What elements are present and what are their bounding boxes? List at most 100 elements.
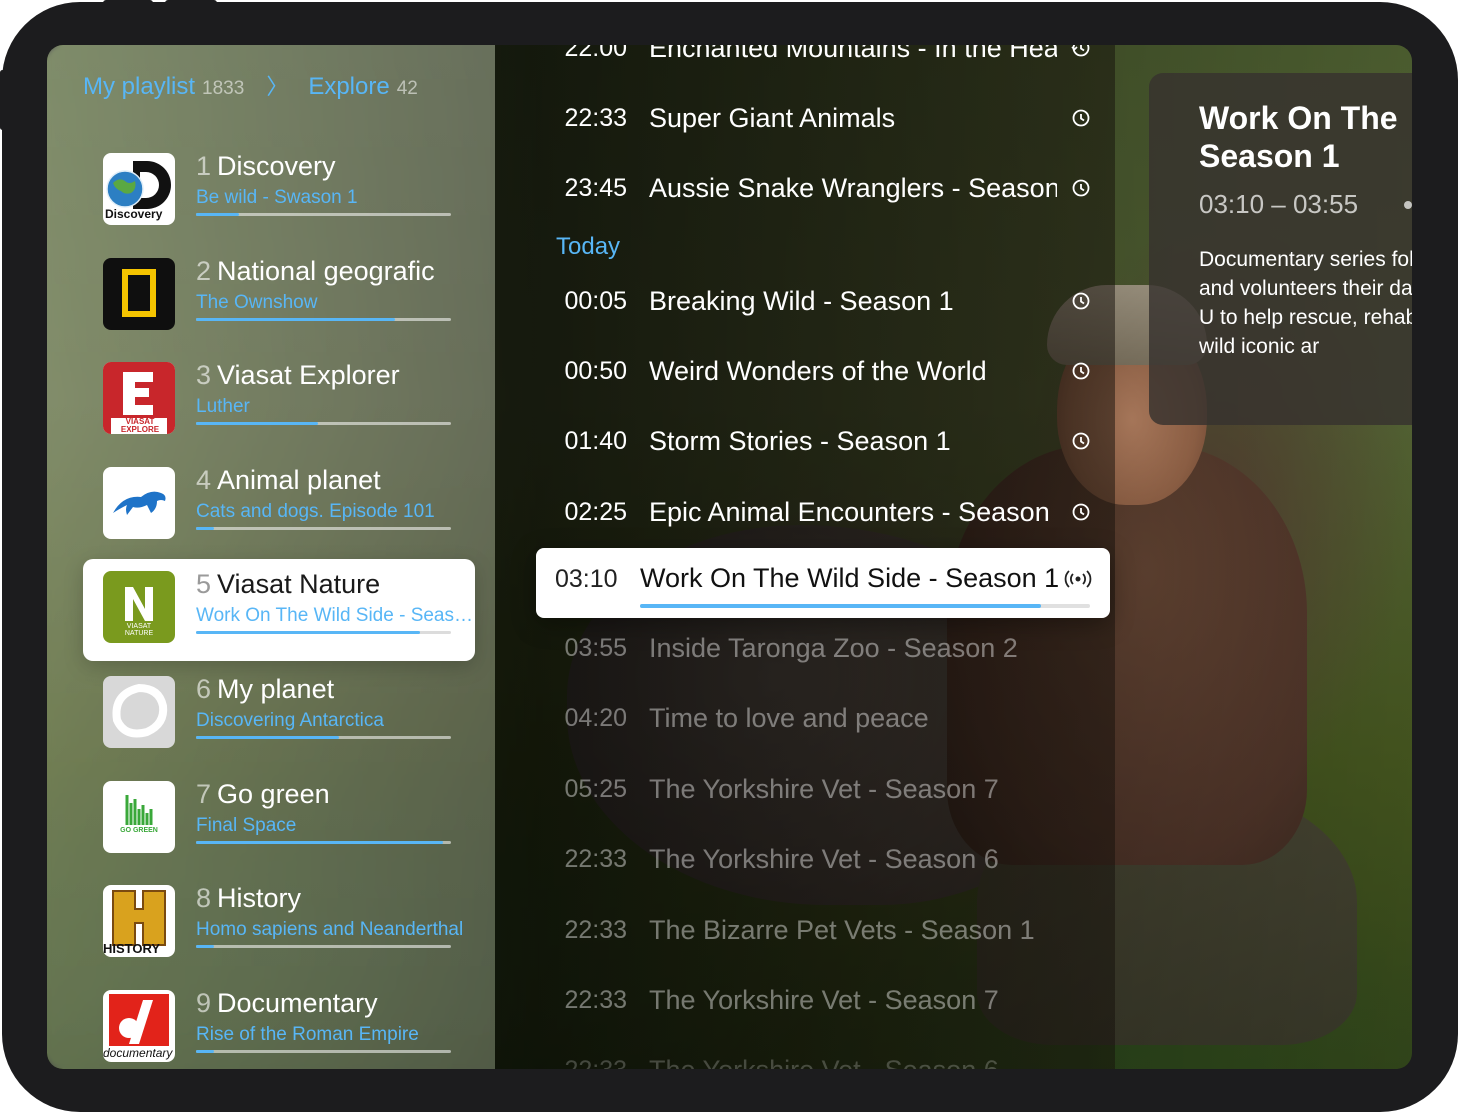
- natgeo-logo: [103, 258, 175, 330]
- channel-name: 1 Discovery: [196, 151, 336, 182]
- program-title: The Yorkshire Vet - Season 6: [649, 1055, 1057, 1070]
- channel-name: 5 Viasat Nature: [196, 569, 380, 600]
- program-row[interactable]: 23:45 Aussie Snake Wranglers - Season: [535, 163, 1095, 213]
- discovery-logo-text: Discovery: [105, 207, 163, 221]
- viasat-nature-logo-text: VIASAT NATURE: [124, 623, 154, 637]
- channel-title: Viasat Nature: [217, 569, 381, 599]
- channel-number: 6: [196, 674, 212, 704]
- program-time: 22:00: [564, 45, 627, 62]
- go-green-logo: GO GREEN: [103, 781, 175, 853]
- program-row[interactable]: 00:50 Weird Wonders of the World: [535, 346, 1095, 396]
- program-row[interactable]: 01:40 Storm Stories - Season 1: [535, 416, 1095, 466]
- history-icon[interactable]: [1071, 178, 1091, 198]
- channel-item[interactable]: 4 Animal planet Cats and dogs. Episode 10…: [83, 455, 475, 557]
- program-row[interactable]: 04:20 Time to love and peace: [535, 693, 1095, 743]
- current-program-row[interactable]: 03:10 Work On The Wild Side - Season 1: [536, 548, 1110, 618]
- channel-current-show: Work On The Wild Side - Season 1: [196, 605, 474, 626]
- program-title: Aussie Snake Wranglers - Season: [649, 172, 1057, 203]
- channel-title: Animal planet: [217, 465, 381, 495]
- channel-item[interactable]: GO GREEN 7 Go green Final Space: [83, 769, 475, 871]
- program-schedule: 22:00 Enchanted Mountains - In the Hea 2…: [495, 45, 1115, 1069]
- history-icon[interactable]: [1071, 431, 1091, 451]
- channel-item-selected[interactable]: VIASAT NATURE 5 Viasat Nature Work On The…: [83, 559, 475, 661]
- program-title: The Yorkshire Vet - Season 7: [649, 984, 999, 1015]
- channel-name: 2 National geografic: [196, 256, 435, 287]
- program-time: 00:50: [564, 356, 627, 385]
- channel-item[interactable]: Discovery 1 Discovery Be wild - Swason 1: [83, 141, 475, 243]
- channel-progress-bar: [196, 841, 451, 844]
- program-time: 03:10: [555, 565, 618, 593]
- program-row[interactable]: 05:25 The Yorkshire Vet - Season 7: [535, 764, 1095, 814]
- program-time: 22:33: [564, 985, 627, 1014]
- program-row[interactable]: 22:33 The Yorkshire Vet - Season 6: [535, 1045, 1095, 1070]
- program-row[interactable]: 22:33 The Bizarre Pet Vets - Season 1: [535, 905, 1095, 955]
- program-title: Breaking Wild - Season 1: [649, 285, 954, 316]
- channel-title: History: [217, 883, 302, 913]
- viasat-explorer-logo-text: VIASAT EXPLORE: [120, 417, 160, 434]
- program-title: Super Giant Animals: [649, 102, 896, 133]
- program-row[interactable]: 22:33 The Yorkshire Vet - Season 6: [535, 834, 1095, 884]
- channel-current-show: Cats and dogs. Episode 101: [196, 501, 435, 522]
- channel-progress-bar: [196, 213, 451, 216]
- channel-number: 1: [196, 151, 212, 181]
- my-playlist-link[interactable]: My playlist 1833: [83, 73, 244, 101]
- history-icon[interactable]: [1071, 108, 1091, 128]
- current-program-progress-fill: [640, 604, 1041, 608]
- history-icon[interactable]: [1071, 502, 1091, 522]
- discovery-logo: Discovery: [103, 153, 175, 225]
- history-icon[interactable]: [1071, 291, 1091, 311]
- channel-title: My planet: [217, 674, 335, 704]
- program-row[interactable]: 03:55 Inside Taronga Zoo - Season 2: [535, 623, 1095, 673]
- program-time: 01:40: [564, 426, 627, 455]
- program-time: 02:25: [564, 497, 627, 526]
- channel-item[interactable]: 2 National geografic The Ownshow: [83, 246, 475, 348]
- program-time: 05:25: [564, 774, 627, 803]
- explore-label: Explore: [308, 73, 390, 100]
- go-green-logo-text: GO GREEN: [120, 827, 158, 834]
- volume-button: [165, 0, 217, 6]
- program-row[interactable]: 22:33 The Yorkshire Vet - Season 7: [535, 975, 1095, 1025]
- channel-current-show: Rise of the Roman Empire: [196, 1024, 419, 1045]
- channel-progress-bar: [196, 1050, 451, 1053]
- program-row[interactable]: 22:00 Enchanted Mountains - In the Hea: [535, 45, 1095, 73]
- channel-progress-bar: [196, 527, 451, 530]
- program-time: 00:05: [564, 286, 627, 315]
- program-row[interactable]: 02:25 Epic Animal Encounters - Season 1: [535, 487, 1095, 537]
- program-time: 22:33: [535, 1056, 627, 1070]
- channel-progress-fill: [196, 1050, 214, 1053]
- explore-link[interactable]: Explore 42: [308, 73, 418, 101]
- program-row[interactable]: 00:05 Breaking Wild - Season 1: [535, 276, 1095, 326]
- channel-name: 6 My planet: [196, 674, 334, 705]
- program-title: Storm Stories - Season 1: [649, 425, 951, 456]
- channel-progress-bar: [196, 422, 451, 425]
- program-info-title-line: Work On The: [1199, 100, 1398, 136]
- history-logo-text: HISTORY: [103, 941, 161, 956]
- program-title: The Yorkshire Vet - Season 7: [649, 773, 999, 804]
- channel-current-show: Homo sapiens and Neanderthal: [196, 919, 464, 940]
- channel-title: Discovery: [217, 151, 336, 181]
- breadcrumb-separator-icon: 〉: [266, 74, 289, 99]
- program-title: The Bizarre Pet Vets - Season 1: [649, 914, 1035, 945]
- history-icon[interactable]: [1071, 361, 1091, 381]
- channel-item[interactable]: HISTORY 8 History Homo sapiens and Neande…: [83, 873, 475, 975]
- channel-name: 4 Animal planet: [196, 465, 381, 496]
- program-title: Epic Animal Encounters - Season 1: [649, 496, 1057, 527]
- channel-item[interactable]: documentary 9 Documentary Rise of the Rom…: [83, 978, 475, 1069]
- program-info-panel: Work On The Season 1 03:10 – 03:55 Docum…: [1149, 73, 1412, 425]
- my-playlist-count: 1833: [202, 78, 245, 99]
- program-title: Inside Taronga Zoo - Season 2: [649, 632, 1018, 663]
- channel-title: Documentary: [217, 988, 378, 1018]
- channel-progress-bar: [196, 736, 451, 739]
- channel-name: 8 History: [196, 883, 301, 914]
- channel-item[interactable]: VIASAT EXPLORE 3 Viasat Explorer Luther: [83, 350, 475, 452]
- channel-title: Go green: [217, 779, 330, 809]
- history-icon[interactable]: [1071, 45, 1091, 58]
- channel-item[interactable]: 6 My planet Discovering Antarctica: [83, 664, 475, 766]
- program-row[interactable]: 22:33 Super Giant Animals: [535, 93, 1095, 143]
- live-broadcast-icon: [1064, 570, 1092, 588]
- channel-number: 9: [196, 988, 212, 1018]
- day-label: Today: [556, 233, 621, 260]
- documentary-logo-text: documentary: [103, 1046, 173, 1060]
- channel-current-show: Final Space: [196, 815, 297, 836]
- channel-current-show: The Ownshow: [196, 292, 318, 313]
